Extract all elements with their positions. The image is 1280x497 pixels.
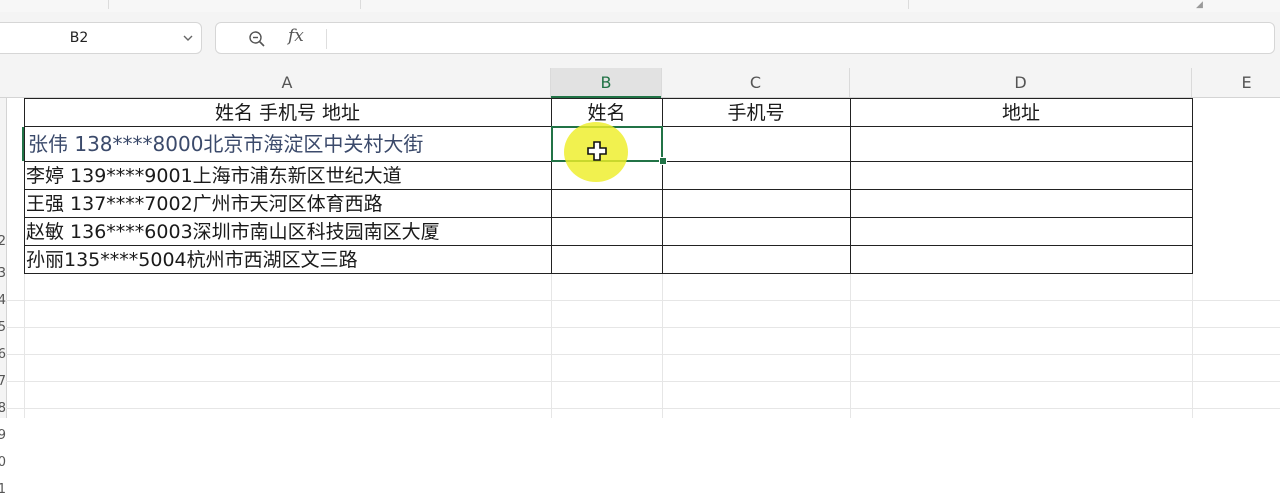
row-header[interactable]: 0	[0, 455, 6, 470]
cell-a2[interactable]: 张伟 138****8000北京市海淀区中关村大街	[28, 130, 548, 157]
cell-cross-cursor-icon	[587, 141, 607, 161]
column-header-b[interactable]: B	[551, 68, 662, 98]
cell-a1[interactable]: 姓名 手机号 地址	[24, 99, 551, 126]
formula-input-box[interactable]: fx	[215, 22, 1275, 54]
zoom-formula-icon[interactable]	[248, 30, 266, 48]
name-box-value[interactable]: B2	[0, 23, 163, 53]
column-header-d[interactable]: D	[850, 68, 1192, 97]
cell-b1[interactable]: 姓名	[551, 99, 662, 126]
cell-a6[interactable]: 孙丽135****5004杭州市西湖区文三路	[26, 246, 546, 273]
cell-a3[interactable]: 李婷 139****9001上海市浦东新区世纪大道	[26, 162, 546, 189]
name-box[interactable]: B2	[0, 22, 202, 54]
cell-d1[interactable]: 地址	[850, 99, 1192, 126]
column-header-a[interactable]: A	[24, 68, 551, 97]
row-header[interactable]: 1	[0, 482, 6, 497]
ribbon-separator	[108, 0, 109, 9]
fill-handle[interactable]	[659, 157, 667, 165]
fx-icon[interactable]: fx	[288, 26, 304, 46]
row-headers: 2 3 4 5 6 7 8 9 0 1	[0, 98, 7, 497]
formula-bar: B2 fx	[0, 12, 1280, 69]
resize-grip-icon[interactable]: ◢	[1196, 0, 1206, 10]
row-header[interactable]: 9	[0, 428, 6, 443]
row-active-marker	[22, 127, 24, 161]
formula-separator	[326, 29, 327, 49]
cell-a5[interactable]: 赵敏 136****6003深圳市南山区科技园南区大厦	[26, 218, 546, 245]
column-header-e[interactable]: E	[1192, 68, 1280, 97]
cell-c1[interactable]: 手机号	[662, 99, 850, 126]
cell-a4[interactable]: 王强 137****7002广州市天河区体育西路	[26, 190, 546, 217]
row-header[interactable]: 3	[0, 266, 6, 281]
ribbon-separator	[908, 0, 909, 9]
chevron-down-icon[interactable]	[183, 33, 193, 43]
column-header-c[interactable]: C	[662, 68, 850, 97]
ribbon-separator	[360, 0, 361, 9]
row-header[interactable]: 2	[0, 234, 6, 249]
column-headers: A B C D E	[0, 68, 1280, 98]
